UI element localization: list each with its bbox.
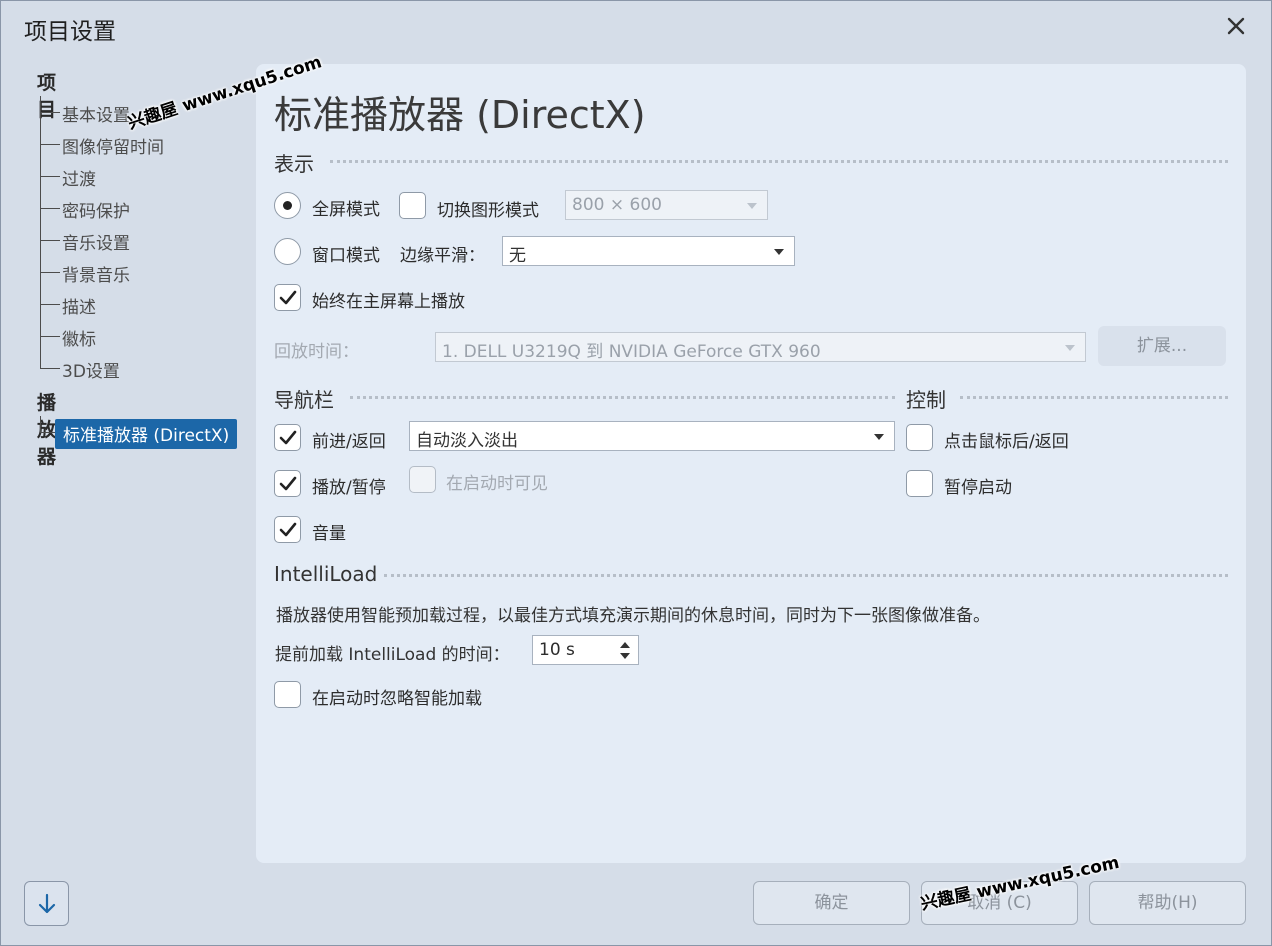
tree-connector [40,112,60,113]
pause-start-label: 暂停启动 [944,478,1012,498]
tree-connector [40,304,60,305]
section-intelliload-heading: IntelliLoad [274,562,378,586]
section-control-heading: 控制 [906,388,946,412]
spin-up-icon[interactable] [620,642,630,648]
tree-item-image-duration[interactable]: 图像停留时间 [62,133,164,158]
tree-item-logo[interactable]: 徽标 [62,325,96,350]
extend-button[interactable]: 扩展... [1098,326,1226,366]
chevron-down-icon [747,203,757,209]
section-divider [350,396,895,399]
tree-connector [40,240,60,241]
visible-on-start-checkbox[interactable] [409,466,436,493]
tree-connector [40,144,60,145]
checkmark-icon [279,290,297,305]
preload-time-spinner[interactable]: 10 s [532,635,639,665]
section-navbar-heading: 导航栏 [274,388,334,412]
close-icon[interactable] [1222,12,1250,40]
playback-device-value: 1. DELL U3219Q 到 NVIDIA GeForce GTX 960 [442,342,821,362]
tree-connector [40,416,41,432]
volume-label: 音量 [312,524,346,544]
checkmark-icon [279,522,297,537]
visible-on-start-label: 在启动时可见 [446,474,548,494]
play-pause-checkbox[interactable] [274,470,301,497]
tree-connector [40,368,60,369]
ok-button[interactable]: 确定 [753,881,910,925]
tree-item-3d-settings[interactable]: 3D设置 [62,357,120,382]
move-down-button[interactable] [24,881,69,926]
chevron-down-icon [874,434,884,440]
chevron-down-icon [774,249,784,255]
pause-start-checkbox[interactable] [906,470,933,497]
ignore-intelliload-label: 在启动时忽略智能加载 [312,689,482,709]
forward-back-label: 前进/返回 [312,432,386,452]
fade-value: 自动淡入淡出 [416,431,518,451]
resolution-value: 800 × 600 [572,195,662,215]
tree-connector [40,432,56,433]
playback-device-select[interactable]: 1. DELL U3219Q 到 NVIDIA GeForce GTX 960 [435,332,1086,362]
tree-connector [40,208,60,209]
forward-back-checkbox[interactable] [274,424,301,451]
switch-graphics-label: 切换图形模式 [437,201,539,221]
fullscreen-label: 全屏模式 [312,200,380,220]
click-back-label: 点击鼠标后/返回 [944,432,1069,452]
fullscreen-radio[interactable] [274,192,301,219]
preload-label: 提前加载 IntelliLoad 的时间： [275,645,510,665]
tree-item-description[interactable]: 描述 [62,293,96,318]
tree-item-password[interactable]: 密码保护 [62,197,130,222]
tree-connector [40,272,60,273]
section-divider [330,160,1228,163]
edge-smoothing-label: 边缘平滑： [400,246,485,266]
switch-graphics-checkbox[interactable] [399,192,426,219]
help-button[interactable]: 帮助(H) [1089,881,1246,925]
ignore-intelliload-checkbox[interactable] [274,681,301,708]
edge-smoothing-select[interactable]: 无 [502,236,795,266]
tree-connector [40,96,41,368]
tree-item-background-music[interactable]: 背景音乐 [62,261,130,286]
edge-smoothing-value: 无 [509,246,526,266]
tree-item-standard-player[interactable]: 标准播放器 (DirectX) [55,419,238,449]
page-title: 标准播放器 (DirectX) [274,93,646,137]
tree-item-music-settings[interactable]: 音乐设置 [62,229,130,254]
section-divider [960,396,1228,399]
window-mode-radio[interactable] [274,238,301,265]
settings-panel [256,64,1246,863]
tree-connector [40,336,60,337]
always-primary-label: 始终在主屏幕上播放 [312,292,465,312]
play-pause-label: 播放/暂停 [312,478,386,498]
checkmark-icon [279,476,297,491]
tree-connector [40,176,60,177]
window-mode-label: 窗口模式 [312,246,380,266]
intelliload-description: 播放器使用智能预加载过程，以最佳方式填充演示期间的休息时间，同时为下一张图像做准… [276,606,990,626]
resolution-select[interactable]: 800 × 600 [565,190,768,220]
spin-down-icon[interactable] [620,653,630,659]
preload-time-value: 10 s [539,640,575,660]
tree-item-basic-settings[interactable]: 基本设置 [62,101,130,126]
always-primary-checkbox[interactable] [274,284,301,311]
tree-item-transition[interactable]: 过渡 [62,165,96,190]
arrow-down-icon [38,893,56,914]
section-divider [384,574,1228,577]
checkmark-icon [279,430,297,445]
fade-select[interactable]: 自动淡入淡出 [409,421,895,451]
section-display-heading: 表示 [274,152,314,176]
playback-time-label: 回放时间： [274,342,359,362]
click-back-checkbox[interactable] [906,424,933,451]
chevron-down-icon [1065,345,1075,351]
volume-checkbox[interactable] [274,516,301,543]
window-title: 项目设置 [24,19,116,45]
